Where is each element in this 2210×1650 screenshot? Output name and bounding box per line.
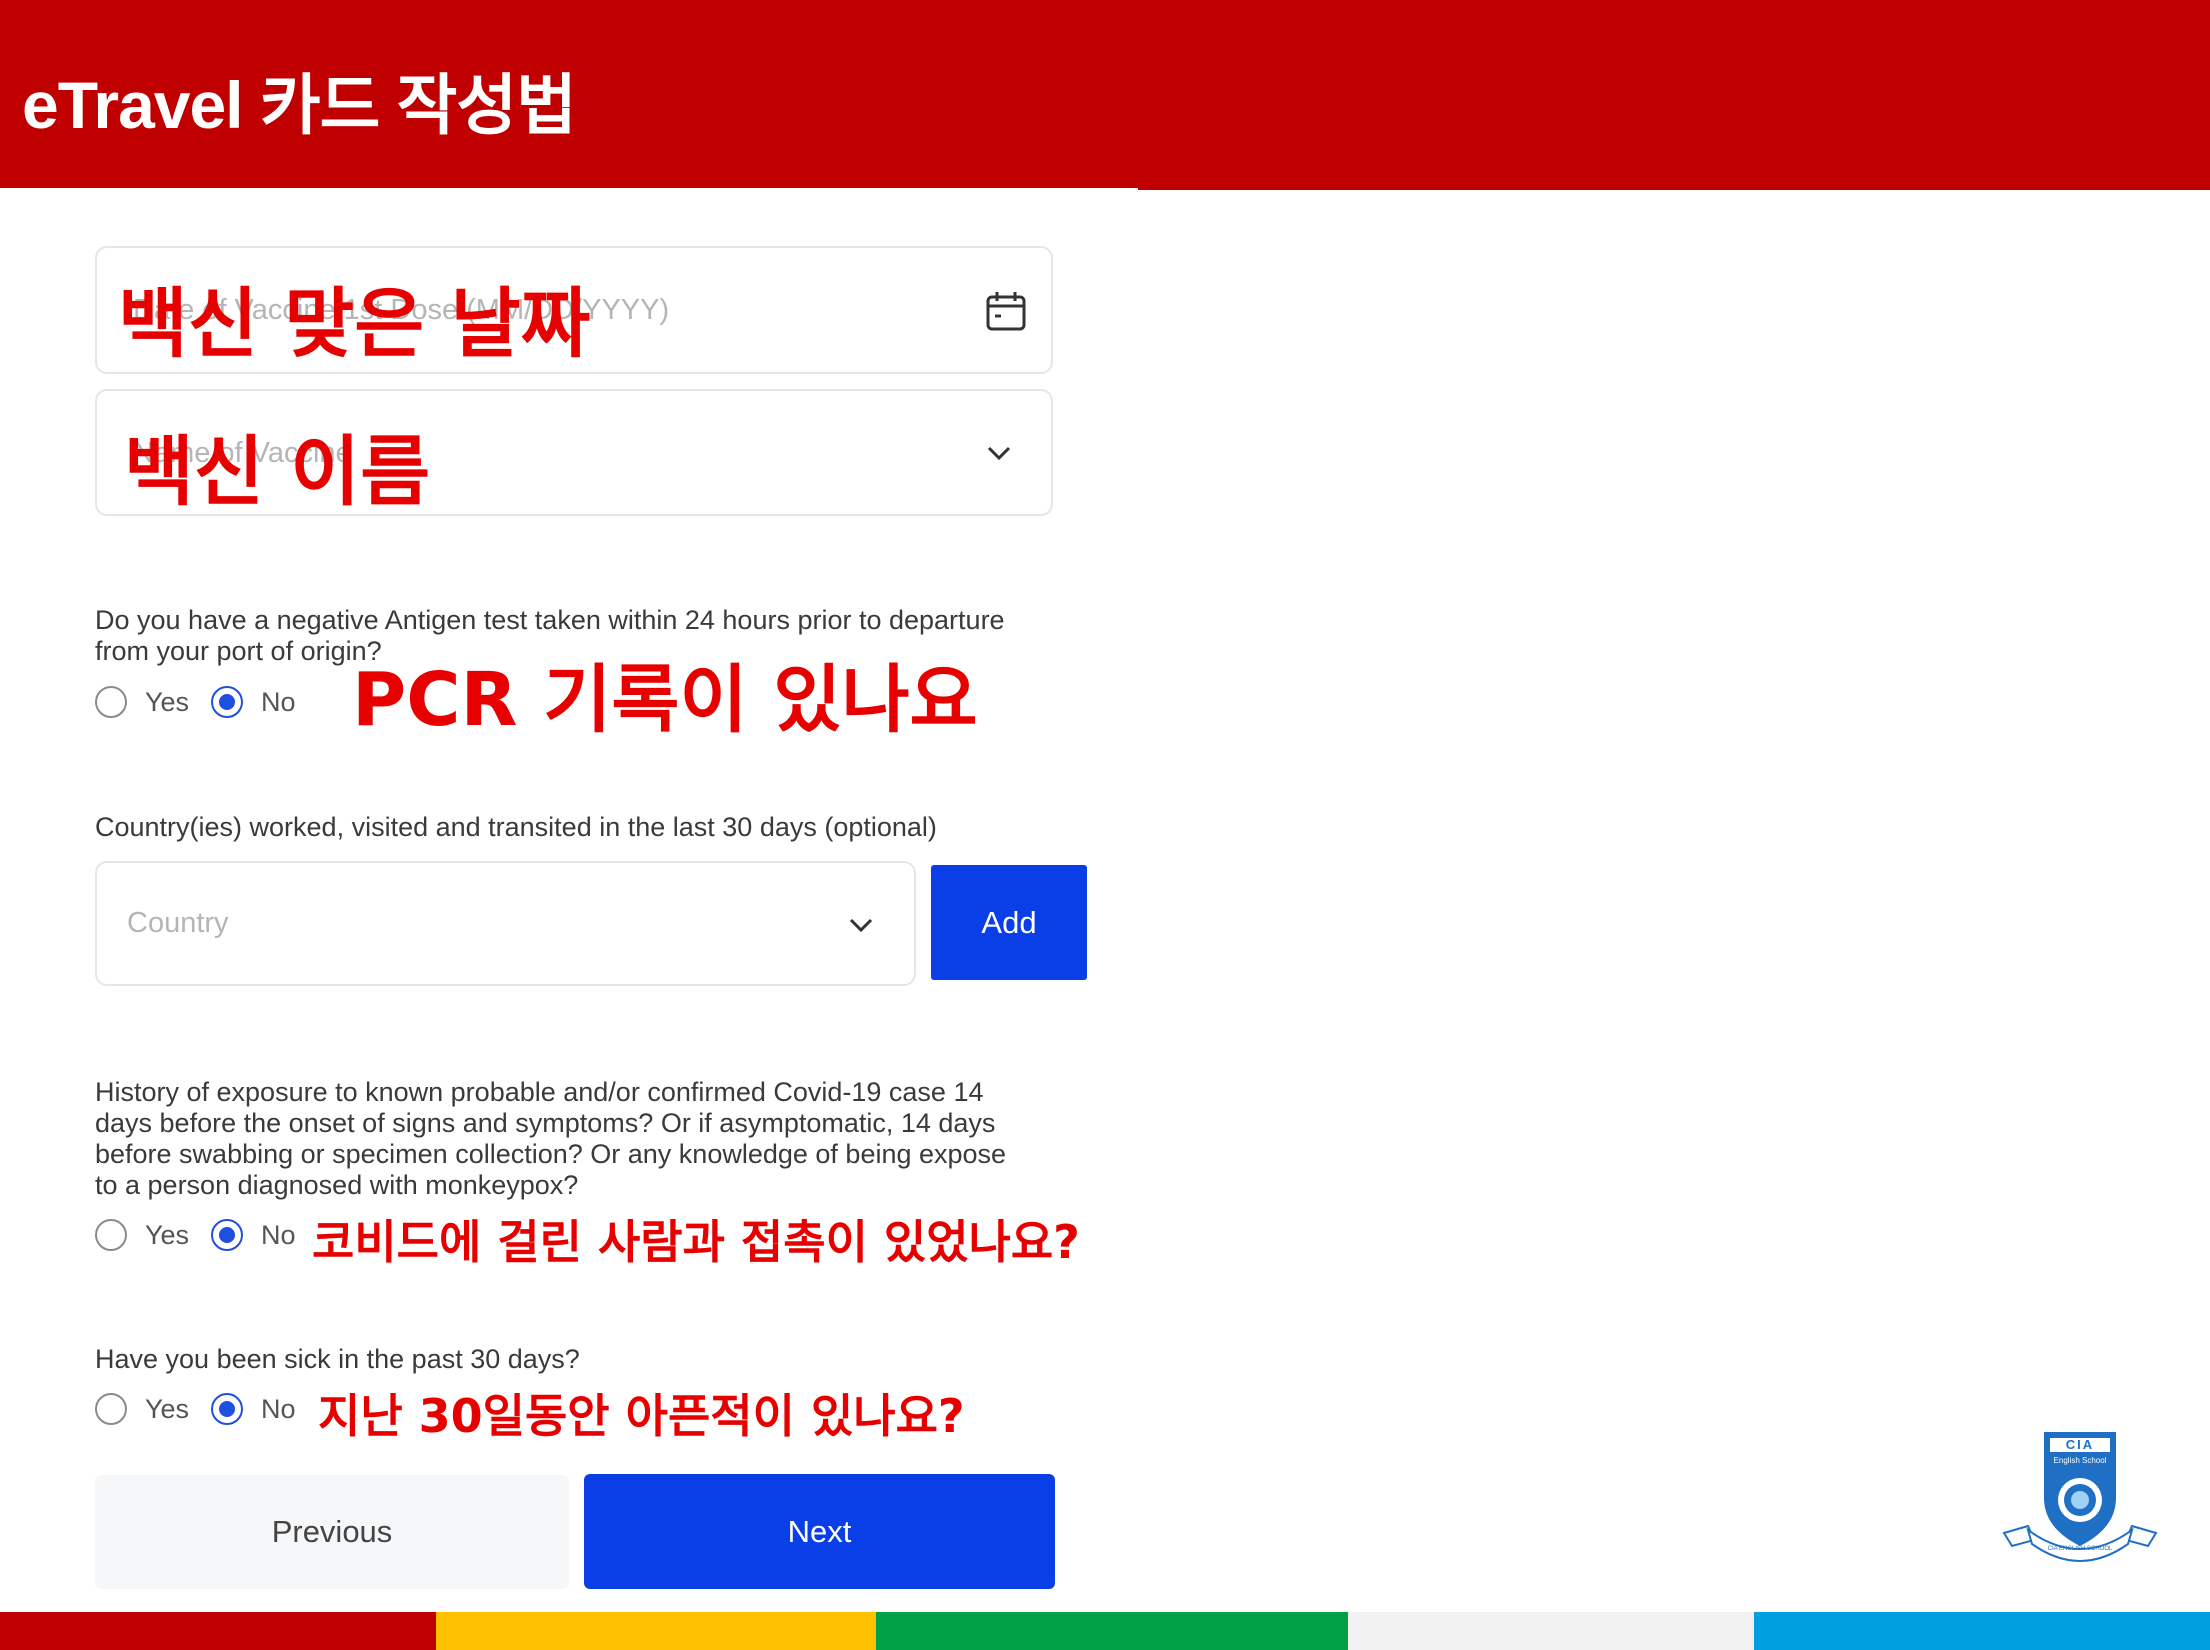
sick-annotation: 지난 30일동안 아픈적이 있나요? — [318, 1389, 965, 1443]
chevron-down-icon[interactable] — [847, 911, 875, 944]
vaccine-name-annotation: 백신 이름 — [124, 427, 431, 516]
antigen-no-radio[interactable] — [211, 686, 243, 718]
exposure-question: History of exposure to known probable an… — [95, 1077, 1007, 1200]
page-title: eTravel 카드 작성법 — [22, 68, 577, 142]
antigen-yes-radio[interactable] — [95, 686, 127, 718]
antigen-yes-label[interactable]: Yes — [145, 686, 189, 718]
antigen-no-label[interactable]: No — [261, 686, 296, 718]
countries-label: Country(ies) worked, visited and transit… — [95, 812, 937, 842]
stripe-blue — [1754, 1612, 2210, 1650]
sick-no-radio[interactable] — [211, 1393, 243, 1425]
country-select[interactable]: Country — [95, 861, 916, 986]
stripe-red — [0, 1612, 436, 1650]
vaccine-date-annotation: 백신 맞은 날짜 — [118, 279, 591, 368]
sick-question: Have you been sick in the past 30 days? — [95, 1344, 580, 1374]
chevron-down-icon[interactable] — [985, 439, 1013, 472]
sick-no-label[interactable]: No — [261, 1393, 296, 1425]
logo-name: CIA — [2065, 1437, 2095, 1452]
logo-subtitle: English School — [2053, 1456, 2107, 1465]
exposure-yes-label[interactable]: Yes — [145, 1219, 189, 1251]
stripe-gray — [1348, 1612, 1754, 1650]
exposure-yes-radio[interactable] — [95, 1219, 127, 1251]
exposure-no-label[interactable]: No — [261, 1219, 296, 1251]
stripe-yellow — [436, 1612, 876, 1650]
header-divider — [0, 188, 1138, 190]
logo-ribbon: CIA ENGLISH SCHOOL — [2047, 1546, 2113, 1552]
sick-yes-label[interactable]: Yes — [145, 1393, 189, 1425]
stripe-green — [876, 1612, 1348, 1650]
exposure-annotation: 코비드에 걸린 사람과 접촉이 있었나요? — [312, 1215, 1080, 1269]
sick-yes-radio[interactable] — [95, 1393, 127, 1425]
cia-logo: CIA English School CIA ENGLISH SCHOOL — [1998, 1428, 2162, 1574]
antigen-radio-group: Yes No — [95, 686, 355, 726]
antigen-annotation: PCR 기록이 있나요 — [352, 657, 978, 743]
sick-radio-group: Yes No — [95, 1393, 355, 1433]
calendar-icon[interactable] — [985, 290, 1027, 337]
add-country-button[interactable]: Add — [931, 865, 1087, 980]
previous-button[interactable]: Previous — [95, 1475, 569, 1589]
next-button[interactable]: Next — [584, 1474, 1055, 1589]
country-placeholder: Country — [127, 907, 229, 939]
exposure-no-radio[interactable] — [211, 1219, 243, 1251]
